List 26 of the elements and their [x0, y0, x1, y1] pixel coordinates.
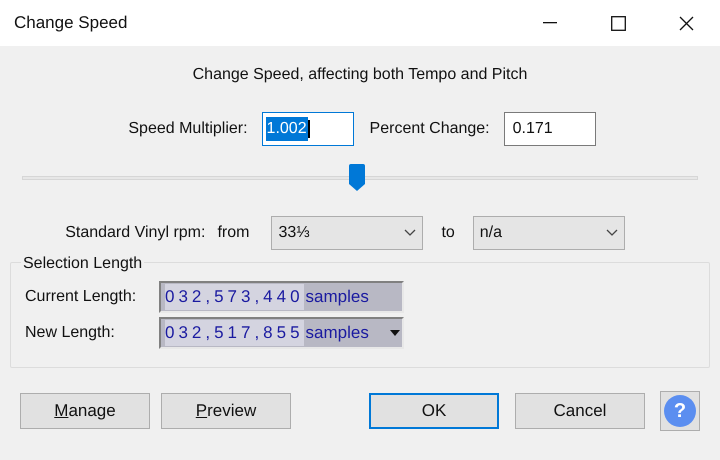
- dialog-button[interactable]: Cancel: [515, 393, 645, 429]
- to-label: to: [441, 223, 455, 243]
- to-rpm-dropdown[interactable]: n/a: [472, 216, 625, 250]
- length-field[interactable]: 032,517,855 samples: [159, 317, 404, 349]
- dialog-button[interactable]: Manage: [20, 393, 150, 429]
- dialog-heading: Change Speed, affecting both Tempo and Pitch: [192, 65, 528, 85]
- speed-multiplier-field[interactable]: 1.002: [262, 112, 354, 146]
- from-label: from: [217, 223, 250, 243]
- chevron-down-icon: [606, 229, 618, 237]
- chevron-down-icon: [404, 229, 416, 237]
- minimize-icon: [543, 22, 557, 24]
- ok-button[interactable]: OK: [369, 393, 499, 429]
- percent-change-field[interactable]: 0.171: [504, 112, 596, 146]
- window-title: Change Speed: [14, 12, 128, 34]
- length-label: Current Length:: [25, 287, 138, 307]
- speed-multiplier-label: Speed Multiplier:: [128, 119, 248, 139]
- length-field[interactable]: 032,573,440 samples: [159, 281, 404, 313]
- from-rpm-dropdown[interactable]: 33⅓: [271, 216, 424, 250]
- close-icon: [678, 16, 694, 30]
- maximize-icon: [610, 16, 626, 30]
- slider-thumb[interactable]: [348, 164, 366, 192]
- vinyl-rpm-label: Standard Vinyl rpm:: [65, 223, 206, 243]
- dialog-button[interactable]: Preview: [161, 393, 291, 429]
- dropdown-triangle-icon[interactable]: [390, 329, 400, 337]
- length-label: New Length:: [25, 323, 116, 343]
- percent-change-label: Percent Change:: [370, 119, 490, 139]
